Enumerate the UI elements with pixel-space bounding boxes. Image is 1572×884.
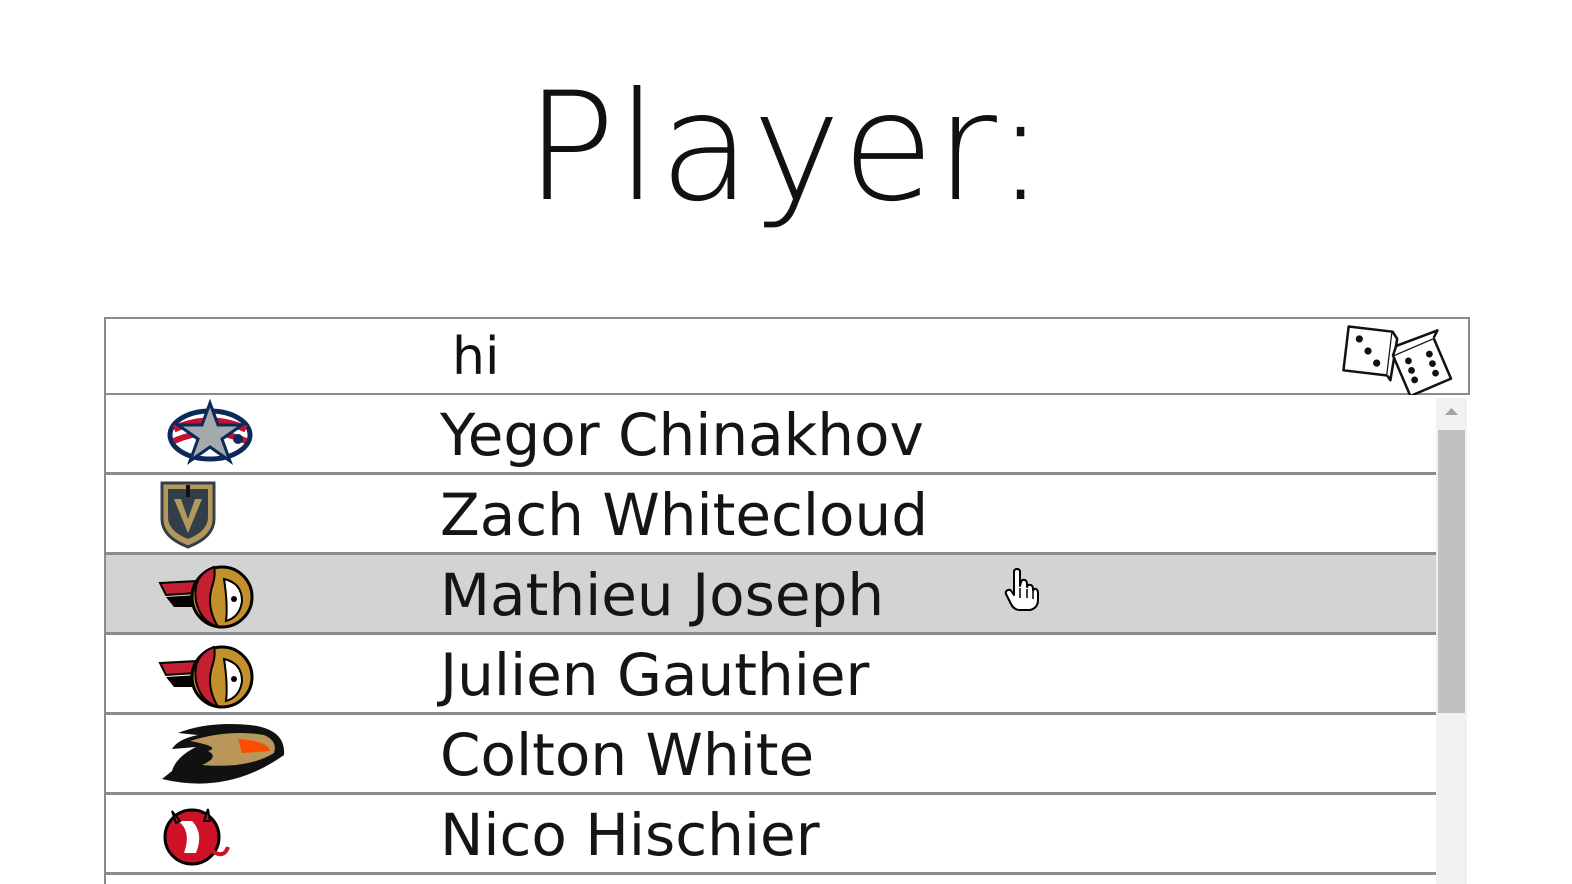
- blue-jackets-logo-icon: [167, 399, 253, 465]
- result-row[interactable]: Yegor Chinakhov: [106, 395, 1436, 475]
- scroll-thumb[interactable]: [1438, 430, 1465, 713]
- result-row[interactable]: Mathieu Joseph: [106, 555, 1436, 635]
- senators-logo-icon: [158, 565, 254, 629]
- devils-logo-icon: [163, 808, 230, 866]
- results-list: Yegor Chinakhov Zach Whitecloud Mathieu …: [104, 395, 1436, 884]
- player-name: Colton White: [440, 721, 815, 789]
- random-player-button[interactable]: [1332, 321, 1456, 398]
- senators-logo-icon: [158, 645, 254, 709]
- player-name: Julien Gauthier: [440, 641, 870, 709]
- player-name: Yegor Chinakhov: [440, 401, 924, 469]
- player-name: Zach Whitecloud: [440, 481, 929, 549]
- result-row[interactable]: Zach Whitecloud: [106, 475, 1436, 555]
- golden-knights-logo-icon: [160, 481, 216, 549]
- player-name: Mathieu Joseph: [440, 561, 885, 629]
- scroll-up-arrow-icon: [1445, 408, 1458, 415]
- scroll-up-button[interactable]: [1436, 398, 1467, 428]
- result-row[interactable]: Julien Gauthier: [106, 635, 1436, 715]
- ducks-logo-icon: [162, 724, 285, 784]
- player-search-input[interactable]: [446, 323, 1252, 391]
- player-search-box: [104, 317, 1470, 398]
- player-name: Nico Hischier: [440, 801, 820, 869]
- result-row[interactable]: Nico Hischier: [106, 795, 1436, 875]
- result-row[interactable]: Colton White: [106, 715, 1436, 795]
- dice-icon: [1342, 325, 1453, 398]
- results-scrollbar[interactable]: [1436, 398, 1467, 884]
- page-title: Player:: [525, 61, 1047, 235]
